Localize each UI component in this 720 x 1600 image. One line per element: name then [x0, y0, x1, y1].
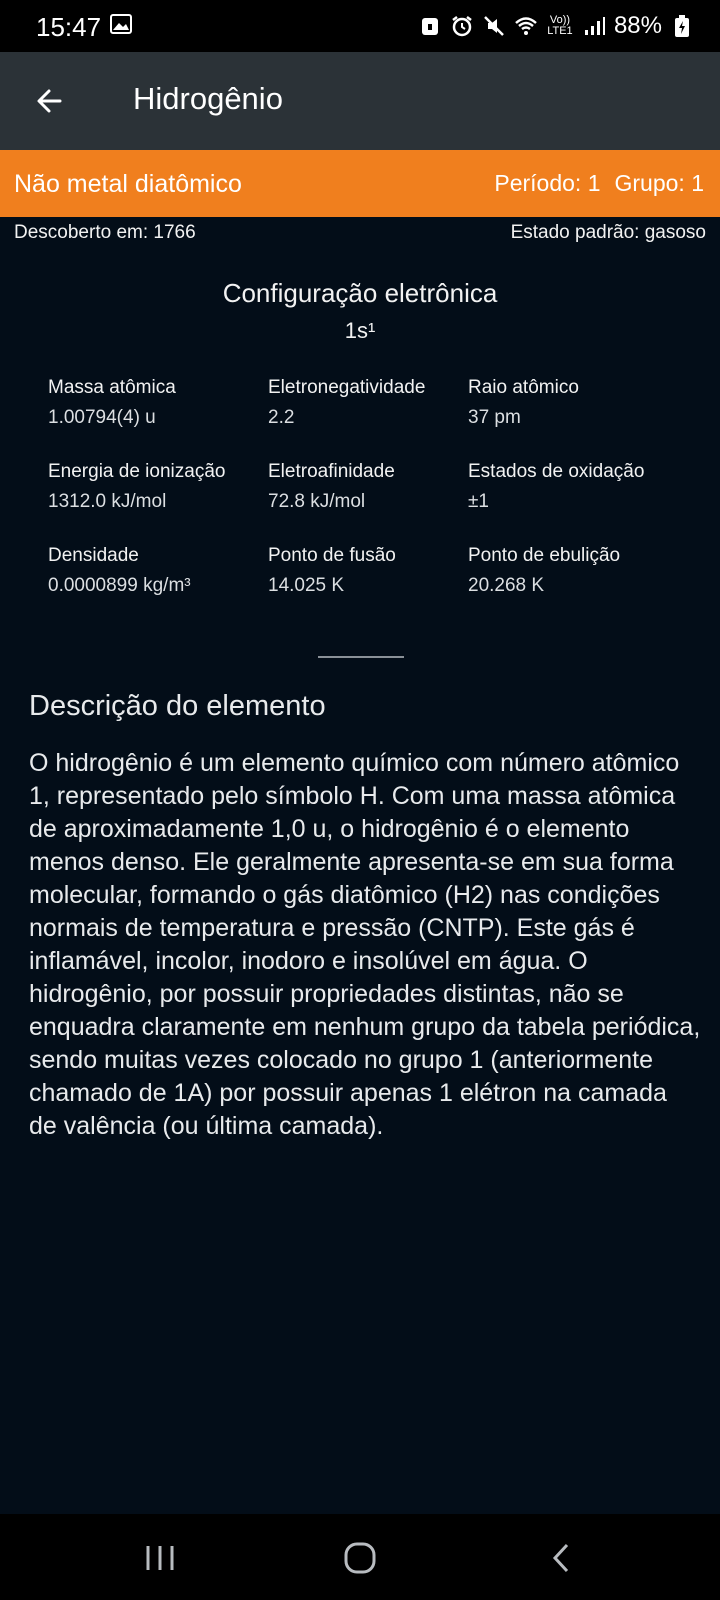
property-label: Eletronegatividade: [268, 377, 426, 398]
recents-icon[interactable]: [140, 1540, 180, 1576]
period-group-info: Período: 1 Grupo: 1: [494, 170, 704, 197]
electron-configuration-title: Configuração eletrônica: [222, 278, 498, 308]
property-density: Densidade 0.0000899 kg/m³: [48, 545, 191, 597]
property-label: Raio atômico: [468, 377, 579, 398]
property-atomic-mass: Massa atômica 1.00794(4) u: [48, 377, 176, 429]
standard-state-label: Estado padrão: gasoso: [510, 222, 706, 243]
battery-percent: 88%: [613, 12, 662, 39]
electron-configuration-value: 1s¹: [344, 318, 376, 343]
property-ionization-energy: Energia de ionização 1312.0 kJ/mol: [48, 461, 225, 513]
property-value: 37 pm: [468, 407, 521, 428]
category-bar: Não metal diatômico Período: 1 Grupo: 1: [0, 150, 720, 217]
property-label: Ponto de fusão: [268, 545, 396, 566]
arrow-left-icon[interactable]: [30, 81, 70, 121]
system-nav-bar: [0, 1514, 720, 1600]
period-label: Período: 1: [494, 170, 601, 196]
description-text: O hidrogênio é um elemento químico com n…: [29, 749, 701, 1140]
lock-notification-icon: [421, 18, 438, 35]
property-label: Energia de ionização: [48, 461, 226, 482]
group-label: Grupo: 1: [614, 170, 705, 196]
property-value: 1312.0 kJ/mol: [48, 491, 167, 512]
property-label: Eletroafinidade: [268, 461, 395, 482]
description-title: Descrição do elemento: [29, 690, 326, 722]
home-icon[interactable]: [340, 1540, 380, 1576]
app-bar: Hidrogênio: [0, 52, 720, 150]
property-label: Densidade: [48, 545, 139, 566]
property-value: 20.268 K: [468, 575, 545, 596]
property-value: 0.0000899 kg/m³: [48, 575, 191, 596]
property-value: ±1: [468, 491, 489, 512]
property-value: 72.8 kJ/mol: [268, 491, 366, 512]
property-value: 1.00794(4) u: [48, 407, 156, 428]
property-boiling-point: Ponto de ebulição 20.268 K: [468, 545, 620, 597]
network-type-label: Vo)) LTE1: [546, 15, 574, 37]
property-melting-point: Ponto de fusão 14.025 K: [268, 545, 396, 597]
property-label: Estados de oxidação: [468, 461, 645, 482]
status-bar: 15:47 Vo)) LTE1 88%: [0, 0, 720, 52]
property-value: 2.2: [268, 407, 295, 428]
status-icons: Vo)) LTE1 88%: [418, 12, 694, 40]
mute-icon: [484, 16, 504, 36]
property-label: Ponto de ebulição: [468, 545, 621, 566]
lte-label: LTE1: [547, 25, 573, 37]
page-title: Hidrogênio: [133, 81, 283, 116]
status-time: 15:47: [36, 12, 102, 42]
section-divider: [318, 656, 404, 658]
gallery-notification-icon: [110, 14, 132, 34]
property-value: 14.025 K: [268, 575, 345, 596]
property-electronegativity: Eletronegatividade 2.2: [268, 377, 425, 429]
signal-icon: [584, 17, 605, 35]
property-atomic-radius: Raio atômico 37 pm: [468, 377, 579, 429]
wifi-icon: [515, 17, 537, 35]
alarm-icon: [452, 16, 472, 37]
discovered-label: Descoberto em: 1766: [14, 222, 196, 243]
battery-charging-icon: [675, 15, 689, 37]
property-oxidation-states: Estados de oxidação ±1: [468, 461, 644, 513]
property-label: Massa atômica: [48, 377, 176, 398]
back-icon[interactable]: [543, 1540, 583, 1576]
category-name: Não metal diatômico: [14, 170, 242, 198]
property-electron-affinity: Eletroafinidade 72.8 kJ/mol: [268, 461, 395, 513]
